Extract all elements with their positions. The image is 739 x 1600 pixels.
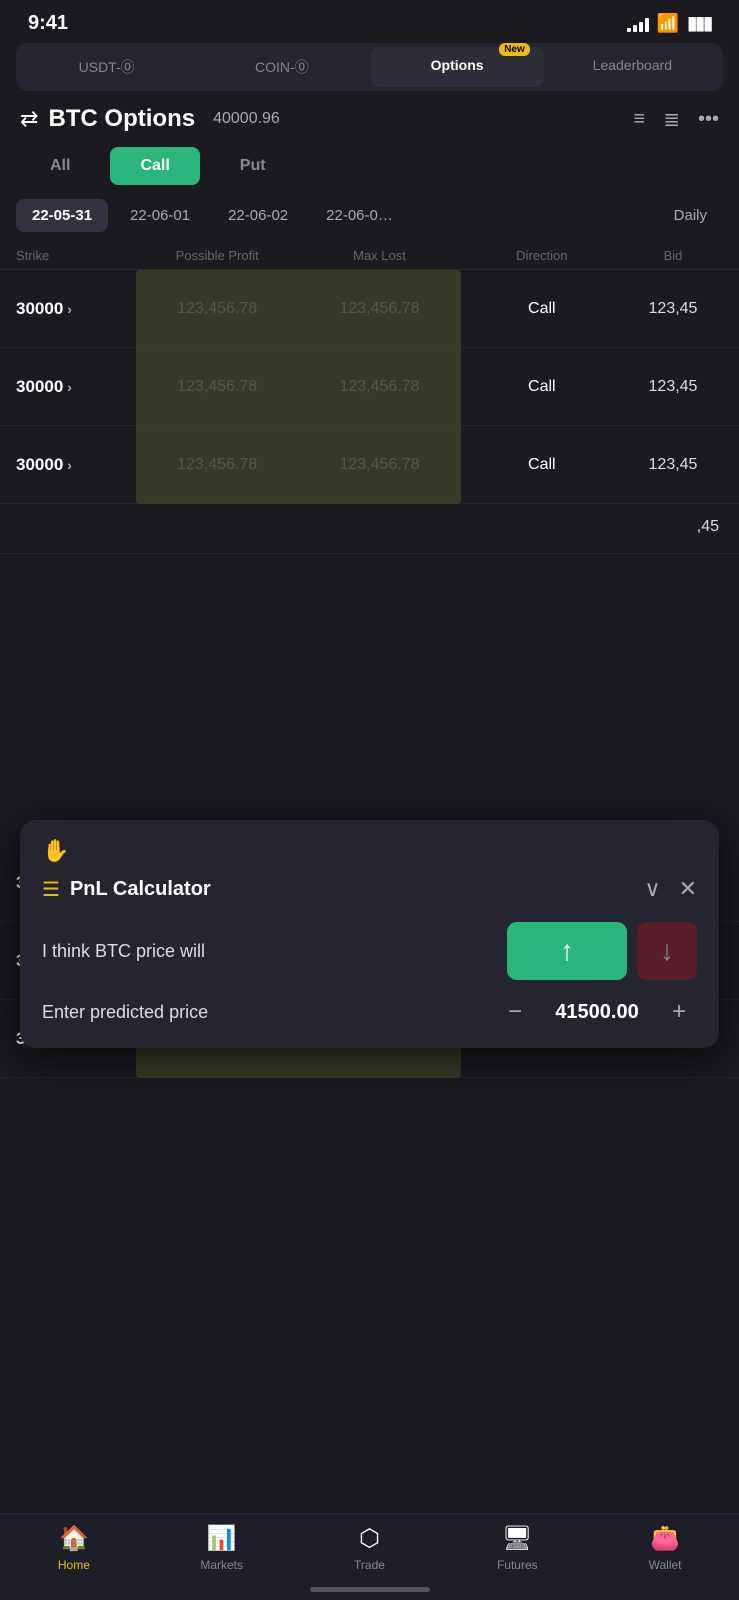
status-icons: 📶 ▮▮▮ bbox=[627, 13, 711, 34]
nav-markets-label: Markets bbox=[200, 1558, 243, 1572]
home-indicator bbox=[310, 1587, 430, 1592]
chevron-icon: › bbox=[67, 379, 72, 395]
new-badge: New bbox=[499, 43, 530, 56]
more-icon[interactable]: ••• bbox=[698, 108, 719, 131]
table-row[interactable]: 30000 › 123,456.78 123,456.78 Call 123,4… bbox=[0, 270, 739, 348]
chevron-icon: › bbox=[67, 457, 72, 473]
pnl-title: PnL Calculator bbox=[70, 878, 211, 901]
price-up-button[interactable]: ↑ bbox=[507, 922, 627, 980]
up-arrow-icon: ↑ bbox=[560, 935, 574, 967]
tab-usdt[interactable]: USDT-⓪ bbox=[20, 47, 193, 87]
settings-icon[interactable]: ≣ bbox=[663, 107, 680, 132]
col-possible-profit: Possible Profit bbox=[136, 248, 298, 263]
date-tab-bar: 22-05-31 22-06-01 22-06-02 22-06-0… Dail… bbox=[0, 195, 739, 242]
nav-home[interactable]: 🏠 Home bbox=[39, 1524, 109, 1572]
signal-icon bbox=[627, 16, 649, 32]
pnl-direction-row: I think BTC price will ↑ ↓ bbox=[42, 922, 697, 980]
trade-icon: ⬡ bbox=[359, 1524, 380, 1553]
direction-cell: Call bbox=[461, 438, 623, 492]
nav-trade[interactable]: ⬡ Trade bbox=[334, 1524, 404, 1572]
col-bid: Bid bbox=[623, 248, 723, 263]
pnl-price-controls: − 41500.00 + bbox=[497, 998, 697, 1026]
possible-profit-cell: 123,456.78 bbox=[136, 282, 298, 336]
header-actions: ≡ ≣ ••• bbox=[634, 107, 719, 132]
transfer-icon[interactable]: ⇄ bbox=[20, 106, 38, 132]
time-display: 9:41 bbox=[28, 12, 68, 35]
pnl-prompt: I think BTC price will bbox=[42, 941, 205, 962]
bid-cell: 123,45 bbox=[623, 360, 723, 414]
nav-wallet[interactable]: 👛 Wallet bbox=[630, 1524, 700, 1572]
price-plus-button[interactable]: + bbox=[661, 998, 697, 1026]
call-button[interactable]: Call bbox=[110, 147, 199, 185]
markets-icon: 📊 bbox=[207, 1524, 237, 1553]
pnl-direction-buttons: ↑ ↓ bbox=[507, 922, 697, 980]
header-left: ⇄ BTC Options 40000.96 bbox=[20, 105, 280, 133]
table-header: Strike Possible Profit Max Lost Directio… bbox=[0, 242, 739, 270]
direction-cell: Call bbox=[461, 360, 623, 414]
date-tab-0[interactable]: 22-05-31 bbox=[16, 199, 108, 232]
nav-futures[interactable]: 🖥 Futures bbox=[482, 1524, 552, 1572]
put-button[interactable]: Put bbox=[210, 147, 296, 185]
nav-wallet-label: Wallet bbox=[649, 1558, 682, 1572]
down-arrow-icon: ↓ bbox=[660, 935, 674, 967]
date-tab-3[interactable]: 22-06-0… bbox=[310, 199, 409, 232]
strike-cell: 30000 › bbox=[16, 455, 136, 475]
max-lost-cell: 123,456.78 bbox=[298, 438, 460, 492]
futures-icon: 🖥 bbox=[502, 1524, 532, 1553]
chevron-icon: › bbox=[67, 301, 72, 317]
nav-futures-label: Futures bbox=[497, 1558, 538, 1572]
price-value: 41500.00 bbox=[547, 1001, 647, 1024]
page-header: ⇄ BTC Options 40000.96 ≡ ≣ ••• bbox=[0, 91, 739, 143]
col-strike: Strike bbox=[16, 248, 136, 263]
bid-cell: 123,45 bbox=[623, 438, 723, 492]
pnl-header-right: ∨ ✕ bbox=[644, 876, 697, 902]
date-tab-2[interactable]: 22-06-02 bbox=[212, 199, 304, 232]
call-put-toggle: All Call Put bbox=[0, 143, 739, 195]
possible-profit-cell: 123,456.78 bbox=[136, 438, 298, 492]
nav-trade-label: Trade bbox=[354, 1558, 385, 1572]
collapse-button[interactable]: ∨ bbox=[644, 876, 660, 902]
pnl-header: ☰ PnL Calculator ∨ ✕ bbox=[42, 876, 697, 902]
strike-cell: 30000 › bbox=[16, 377, 136, 397]
max-lost-cell: 123,456.78 bbox=[298, 282, 460, 336]
all-button[interactable]: All bbox=[20, 147, 100, 185]
price-minus-button[interactable]: − bbox=[497, 998, 533, 1026]
col-max-lost: Max Lost bbox=[298, 248, 460, 263]
status-bar: 9:41 📶 ▮▮▮ bbox=[0, 0, 739, 43]
table-row[interactable]: 30000 › 123,456.78 123,456.78 Call 123,4… bbox=[0, 348, 739, 426]
page-title: BTC Options bbox=[48, 105, 195, 133]
wallet-icon: 👛 bbox=[650, 1524, 680, 1553]
filter-icon[interactable]: ≡ bbox=[634, 108, 646, 131]
top-tab-bar: USDT-⓪ COIN-⓪ New Options Leaderboard bbox=[16, 43, 723, 91]
btc-price: 40000.96 bbox=[213, 110, 280, 128]
close-button[interactable]: ✕ bbox=[679, 876, 697, 902]
drag-handle-icon[interactable]: ✋ bbox=[42, 838, 697, 864]
max-lost-cell: 123,456.78 bbox=[298, 360, 460, 414]
nav-markets[interactable]: 📊 Markets bbox=[187, 1524, 257, 1572]
tab-leaderboard[interactable]: Leaderboard bbox=[546, 47, 719, 87]
col-direction: Direction bbox=[461, 248, 623, 263]
strike-cell: 30000 › bbox=[16, 299, 136, 319]
bid-cell: 123,45 bbox=[623, 282, 723, 336]
wifi-icon: 📶 bbox=[657, 13, 679, 34]
possible-profit-cell: 123,456.78 bbox=[136, 360, 298, 414]
pnl-menu-icon: ☰ bbox=[42, 877, 60, 902]
pnl-header-left: ☰ PnL Calculator bbox=[42, 877, 211, 902]
price-down-button[interactable]: ↓ bbox=[637, 922, 697, 980]
tab-options[interactable]: New Options bbox=[371, 47, 544, 87]
date-tab-daily[interactable]: Daily bbox=[658, 199, 723, 232]
date-tab-1[interactable]: 22-06-01 bbox=[114, 199, 206, 232]
direction-cell: Call bbox=[461, 282, 623, 336]
home-icon: 🏠 bbox=[59, 1524, 89, 1553]
tab-coin[interactable]: COIN-⓪ bbox=[195, 47, 368, 87]
table-row[interactable]: 30000 › 123,456.78 123,456.78 Call 123,4… bbox=[0, 426, 739, 504]
pnl-calculator-panel: ✋ ☰ PnL Calculator ∨ ✕ I think BTC price… bbox=[20, 820, 719, 1048]
pnl-price-label: Enter predicted price bbox=[42, 1002, 208, 1023]
table-section-top: 30000 › 123,456.78 123,456.78 Call 123,4… bbox=[0, 270, 739, 504]
partial-bid: ,45 bbox=[697, 518, 719, 536]
nav-home-label: Home bbox=[58, 1558, 90, 1572]
battery-icon: ▮▮▮ bbox=[687, 13, 711, 34]
pnl-price-row: Enter predicted price − 41500.00 + bbox=[42, 998, 697, 1026]
